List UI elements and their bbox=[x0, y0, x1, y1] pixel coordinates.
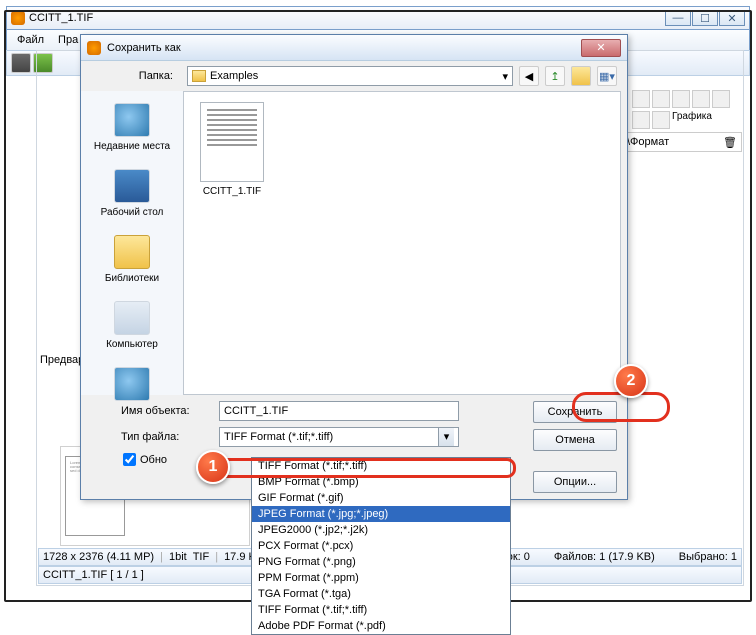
file-item[interactable]: CCITT_1.TIF bbox=[194, 102, 270, 197]
path-bar[interactable]: \Формат 🗑 bbox=[622, 132, 742, 152]
place-recent[interactable]: Недавние места bbox=[81, 97, 183, 163]
format-option[interactable]: PNG Format (*.png) bbox=[252, 554, 510, 570]
dialog-title: Сохранить как bbox=[107, 42, 181, 54]
camera-icon[interactable] bbox=[11, 53, 31, 73]
format-option[interactable]: JPEG2000 (*.jp2;*.j2k) bbox=[252, 522, 510, 538]
filetype-dropdown[interactable]: TIFF Format (*.tif;*.tiff) BMP Format (*… bbox=[251, 457, 511, 635]
save-button[interactable]: Сохранить bbox=[533, 401, 617, 423]
nav-new-folder-icon[interactable] bbox=[571, 66, 591, 86]
tool-icon[interactable] bbox=[652, 111, 670, 129]
filename-label: Имя объекта: bbox=[91, 405, 211, 417]
document-icon bbox=[200, 102, 264, 182]
footer-text: CCITT_1.TIF [ 1 / 1 ] bbox=[43, 569, 144, 581]
format-option[interactable]: GIF Format (*.gif) bbox=[252, 490, 510, 506]
status-selected: Выбрано: 1 bbox=[679, 551, 737, 563]
close-button[interactable]: ✕ bbox=[719, 10, 745, 26]
format-option[interactable]: PPM Format (*.ppm) bbox=[252, 570, 510, 586]
chevron-down-icon: ▾ bbox=[502, 70, 508, 83]
save-as-dialog: Сохранить как ✕ Папка: Examples ▾ ◀ ↥ ▦▾… bbox=[80, 34, 628, 500]
format-option[interactable]: TIFF Format (*.tif;*.tiff) bbox=[252, 602, 510, 618]
format-option[interactable]: Adobe PDF Format (*.pdf) bbox=[252, 618, 510, 634]
tool-icon[interactable] bbox=[692, 90, 710, 108]
place-computer[interactable]: Компьютер bbox=[81, 295, 183, 361]
place-desktop[interactable]: Рабочий стол bbox=[81, 163, 183, 229]
status-depth: 1bit bbox=[169, 551, 187, 563]
annotation-badge-1: 1 bbox=[196, 450, 230, 484]
main-window-titlebar: CCITT_1.TIF — ☐ ✕ bbox=[6, 6, 750, 30]
file-name-label: CCITT_1.TIF bbox=[194, 186, 270, 197]
tool-icon[interactable] bbox=[632, 90, 650, 108]
right-toolbar: Графика bbox=[632, 90, 742, 132]
tool-icon[interactable] bbox=[712, 90, 730, 108]
place-label: Недавние места bbox=[83, 141, 181, 153]
main-window-title: CCITT_1.TIF bbox=[29, 12, 93, 24]
place-label: Компьютер bbox=[83, 339, 181, 351]
libraries-icon bbox=[114, 235, 150, 269]
format-option[interactable]: BMP Format (*.bmp) bbox=[252, 474, 510, 490]
chevron-down-icon: ▾ bbox=[438, 428, 454, 446]
maximize-button[interactable]: ☐ bbox=[692, 10, 718, 26]
filename-input[interactable] bbox=[219, 401, 459, 421]
cancel-button-label: Отмена bbox=[555, 434, 594, 446]
minimize-button[interactable]: — bbox=[665, 10, 691, 26]
filetype-label: Тип файла: bbox=[91, 431, 211, 443]
path-text: \Формат bbox=[627, 136, 669, 148]
update-label: Обно bbox=[140, 454, 167, 466]
app-icon bbox=[11, 11, 25, 25]
desktop-icon bbox=[114, 169, 150, 203]
save-button-label: Сохранить bbox=[548, 406, 603, 418]
folder-icon bbox=[192, 70, 206, 82]
recent-places-icon bbox=[114, 103, 150, 137]
options-button-label: Опции... bbox=[554, 476, 596, 488]
filetype-combobox[interactable]: TIFF Format (*.tif;*.tiff) ▾ bbox=[219, 427, 459, 447]
format-option-jpeg[interactable]: JPEG Format (*.jpg;*.jpeg) bbox=[252, 506, 510, 522]
format-option[interactable]: PCX Format (*.pcx) bbox=[252, 538, 510, 554]
file-list[interactable]: CCITT_1.TIF bbox=[183, 91, 621, 395]
status-files: Файлов: 1 (17.9 KB) bbox=[554, 551, 655, 563]
status-format: TIF bbox=[193, 551, 210, 563]
graphics-label: Графика bbox=[672, 111, 712, 129]
places-sidebar: Недавние места Рабочий стол Библиотеки К… bbox=[81, 91, 183, 395]
format-option[interactable]: TIFF Format (*.tif;*.tiff) bbox=[252, 458, 510, 474]
nav-up-icon[interactable]: ↥ bbox=[545, 66, 565, 86]
tool-icon[interactable] bbox=[672, 90, 690, 108]
update-checkbox[interactable] bbox=[123, 453, 136, 466]
computer-icon bbox=[114, 301, 150, 335]
tool-icon[interactable] bbox=[652, 90, 670, 108]
folder-combobox[interactable]: Examples ▾ bbox=[187, 66, 513, 86]
filetype-value: TIFF Format (*.tif;*.tiff) bbox=[224, 431, 333, 443]
dialog-app-icon bbox=[87, 41, 101, 55]
dialog-folder-toolbar: Папка: Examples ▾ ◀ ↥ ▦▾ bbox=[81, 61, 627, 91]
menu-file[interactable]: Файл bbox=[11, 32, 50, 48]
place-label: Рабочий стол bbox=[83, 207, 181, 219]
folder-label: Папка: bbox=[91, 70, 181, 82]
nav-back-icon[interactable]: ◀ bbox=[519, 66, 539, 86]
dialog-titlebar: Сохранить как ✕ bbox=[81, 35, 627, 61]
place-libraries[interactable]: Библиотеки bbox=[81, 229, 183, 295]
nav-view-icon[interactable]: ▦▾ bbox=[597, 66, 617, 86]
tool-icon[interactable] bbox=[632, 111, 650, 129]
dialog-close-button[interactable]: ✕ bbox=[581, 39, 621, 57]
options-button[interactable]: Опции... bbox=[533, 471, 617, 493]
trash-icon[interactable]: 🗑 bbox=[723, 136, 737, 149]
status-dimensions: 1728 x 2376 (4.11 MP) bbox=[43, 551, 154, 563]
cancel-button[interactable]: Отмена bbox=[533, 429, 617, 451]
folder-value: Examples bbox=[210, 70, 258, 82]
place-label: Библиотеки bbox=[83, 273, 181, 285]
annotation-badge-2: 2 bbox=[614, 364, 648, 398]
